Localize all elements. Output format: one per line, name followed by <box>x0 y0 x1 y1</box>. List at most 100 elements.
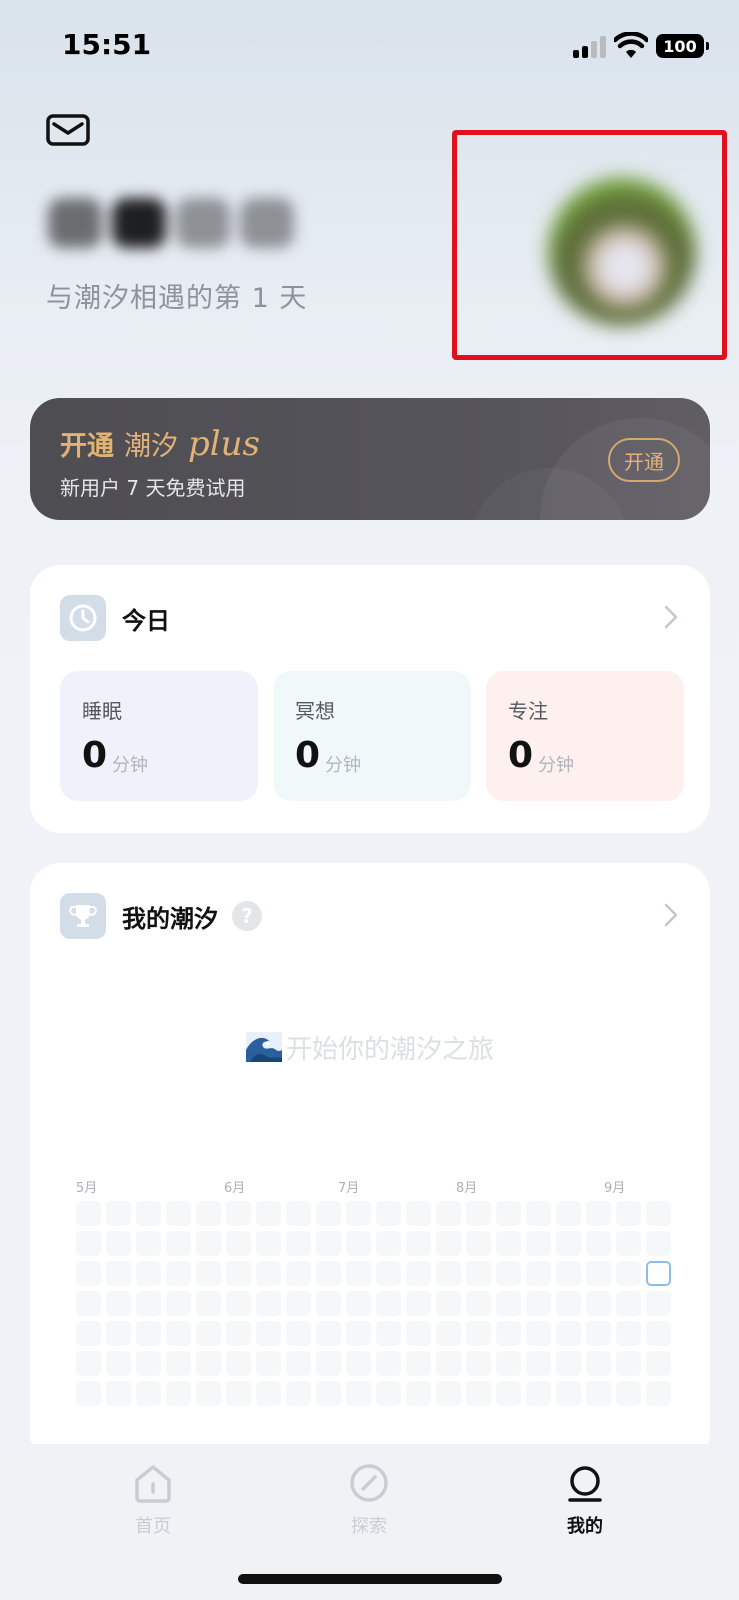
heatmap-cell <box>346 1261 371 1286</box>
heatmap-cell <box>226 1231 251 1256</box>
heatmap-cell <box>436 1381 461 1406</box>
heatmap-cell <box>376 1201 401 1226</box>
heatmap-cell <box>286 1201 311 1226</box>
heatmap-cell <box>526 1291 551 1316</box>
mail-icon[interactable] <box>46 114 90 146</box>
heatmap-cell <box>166 1231 191 1256</box>
heatmap-cell <box>436 1321 461 1346</box>
stat-sleep[interactable]: 睡眠 0 分钟 <box>60 671 258 801</box>
heatmap-cell <box>646 1351 671 1376</box>
stat-focus[interactable]: 专注 0 分钟 <box>486 671 684 801</box>
heatmap-cell <box>76 1261 101 1286</box>
heatmap-cell <box>106 1351 131 1376</box>
heatmap-cell <box>616 1321 641 1346</box>
heatmap-cell <box>196 1321 221 1346</box>
heatmap-cell <box>406 1381 431 1406</box>
heatmap-cell <box>616 1351 641 1376</box>
heatmap-cell <box>286 1321 311 1346</box>
tab-explore[interactable]: 探索 <box>314 1462 424 1538</box>
heatmap-cell <box>316 1201 341 1226</box>
home-indicator[interactable] <box>238 1574 502 1584</box>
heatmap-cell <box>616 1231 641 1256</box>
heatmap-cell <box>76 1381 101 1406</box>
heatmap-cell <box>496 1381 521 1406</box>
home-icon <box>135 1465 171 1503</box>
heatmap-cell <box>556 1381 581 1406</box>
heatmap-cell <box>316 1351 341 1376</box>
heatmap-cell <box>76 1351 101 1376</box>
heatmap-cell <box>106 1201 131 1226</box>
username-blurred <box>48 192 300 254</box>
plus-title-brand: 潮汐 <box>124 431 178 462</box>
heatmap-cell <box>466 1231 491 1256</box>
month-label: 6月 <box>224 1181 246 1196</box>
heatmap-cell <box>226 1261 251 1286</box>
heatmap-cell <box>436 1261 461 1286</box>
stat-label: 专注 <box>508 699 548 723</box>
wifi-icon <box>614 32 648 58</box>
heatmap-cell <box>616 1261 641 1286</box>
chevron-right-icon[interactable] <box>664 903 678 927</box>
clock-icon <box>60 595 106 641</box>
heatmap-cell <box>526 1261 551 1286</box>
heatmap-cell <box>76 1231 101 1256</box>
tab-label: 探索 <box>351 1516 387 1537</box>
avatar[interactable] <box>548 178 696 326</box>
heatmap-cell <box>586 1261 611 1286</box>
heatmap-cell <box>136 1291 161 1316</box>
heatmap-cell <box>136 1351 161 1376</box>
heatmap-cell <box>646 1381 671 1406</box>
stat-meditation[interactable]: 冥想 0 分钟 <box>273 671 471 801</box>
heatmap-cell <box>496 1351 521 1376</box>
tab-home[interactable]: 首页 <box>98 1462 208 1538</box>
tab-me[interactable]: 我的 <box>530 1462 640 1538</box>
help-icon[interactable]: ? <box>232 901 262 931</box>
open-plus-button[interactable]: 开通 <box>608 438 680 482</box>
today-card[interactable]: 今日 睡眠 0 分钟 冥想 0 分钟 专注 0 分钟 <box>30 565 710 833</box>
plus-banner[interactable]: 开通 潮汐 plus 新用户 7 天免费试用 开通 <box>30 398 710 520</box>
heatmap-cell <box>256 1381 281 1406</box>
heatmap-cell <box>286 1261 311 1286</box>
heatmap-cell <box>196 1381 221 1406</box>
heatmap-cell <box>226 1321 251 1346</box>
my-tide-card[interactable]: 我的潮汐 ? 开始你的潮汐之旅 5月 6月 7月 8月 9月 <box>30 863 710 1463</box>
heatmap-cell <box>226 1351 251 1376</box>
heatmap-cell <box>406 1261 431 1286</box>
heatmap-cell <box>346 1381 371 1406</box>
heatmap-cell <box>616 1201 641 1226</box>
stat-unit: 分钟 <box>325 755 361 776</box>
heatmap-cell <box>226 1201 251 1226</box>
heatmap-cell <box>106 1291 131 1316</box>
heatmap-cell <box>436 1291 461 1316</box>
stat-value: 0 <box>508 735 534 776</box>
heatmap-cell <box>436 1201 461 1226</box>
plus-banner-title: 开通 潮汐 plus <box>60 424 260 464</box>
heatmap-cell <box>556 1231 581 1256</box>
status-bar: 15:51 100 <box>0 0 739 92</box>
heatmap-cell <box>526 1351 551 1376</box>
wave-icon <box>245 1032 282 1062</box>
heatmap-cell <box>136 1381 161 1406</box>
tide-empty-text: 开始你的潮汐之旅 <box>285 1035 494 1065</box>
heatmap-cell <box>466 1201 491 1226</box>
month-label: 8月 <box>456 1181 478 1196</box>
heatmap-cell <box>496 1291 521 1316</box>
heatmap-cell <box>526 1321 551 1346</box>
days-together-text: 与潮汐相遇的第 1 天 <box>46 283 308 314</box>
today-card-header: 今日 <box>60 595 170 641</box>
heatmap-cell <box>376 1381 401 1406</box>
heatmap-cell <box>586 1351 611 1376</box>
heatmap-cell <box>166 1381 191 1406</box>
heatmap-cell <box>316 1261 341 1286</box>
stat-value: 0 <box>82 735 108 776</box>
heatmap-cell <box>466 1351 491 1376</box>
heatmap-cell <box>496 1231 521 1256</box>
heatmap-cell <box>316 1291 341 1316</box>
heatmap-cell <box>286 1231 311 1256</box>
heatmap-cell <box>586 1321 611 1346</box>
signal-icon <box>573 36 607 58</box>
heatmap-cell <box>526 1231 551 1256</box>
heatmap-cell <box>436 1231 461 1256</box>
chevron-right-icon[interactable] <box>664 605 678 629</box>
heatmap-cell <box>466 1291 491 1316</box>
